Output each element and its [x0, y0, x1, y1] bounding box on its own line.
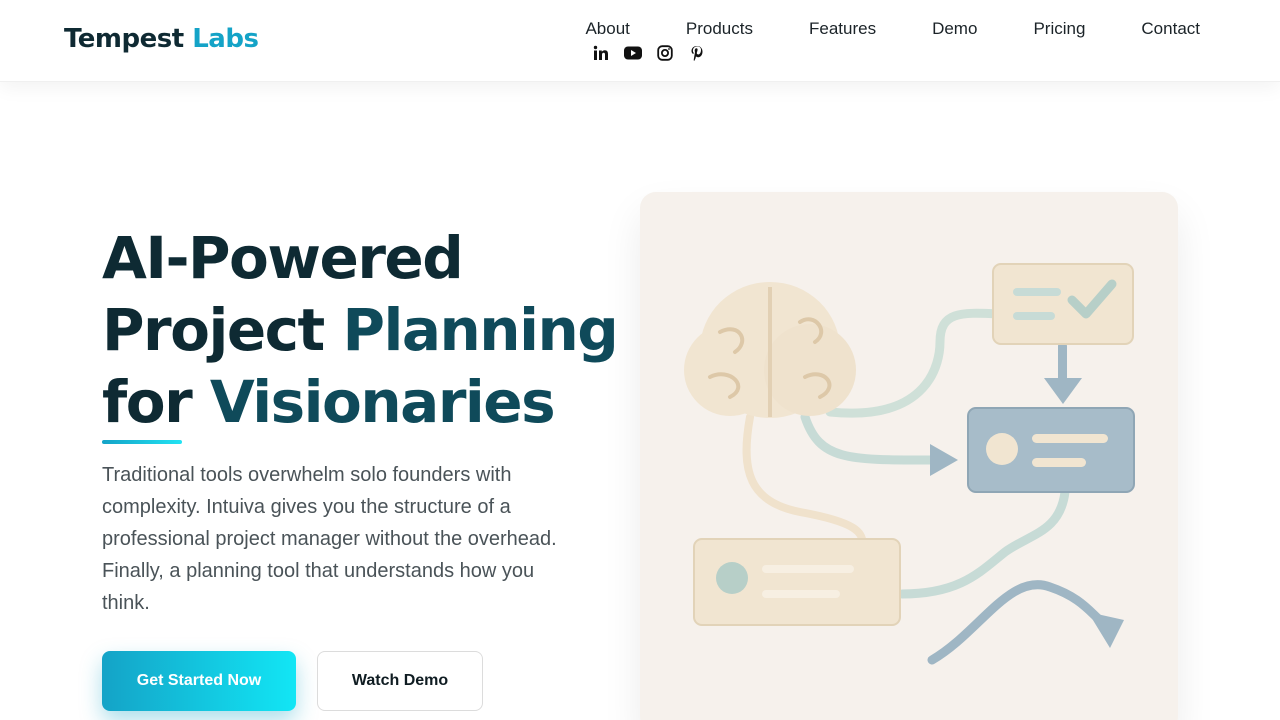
nav-link-demo[interactable]: Demo [932, 19, 977, 39]
title-accent-underline [102, 440, 182, 444]
linkedin-icon[interactable] [592, 44, 610, 62]
nav-link-products[interactable]: Products [686, 19, 753, 39]
social-links [592, 44, 706, 62]
pinterest-icon[interactable] [688, 44, 706, 62]
nav-link-contact[interactable]: Contact [1141, 19, 1200, 39]
main-nav: About Products Features Demo Pricing Con… [585, 19, 1200, 39]
hero-title-line-3-highlight: Visionaries [209, 368, 556, 436]
site-header: Tempest Labs About Products Features Dem… [0, 0, 1280, 82]
nav-link-features[interactable]: Features [809, 19, 876, 39]
profile-card-icon [967, 407, 1135, 493]
hero-illustration-card [640, 192, 1178, 720]
task-card-icon [693, 538, 901, 626]
hero-title-line-2-start: Project [102, 296, 343, 364]
workflow-illustration [684, 263, 1135, 665]
youtube-icon[interactable] [624, 44, 642, 62]
instagram-icon[interactable] [656, 44, 674, 62]
nav-link-pricing[interactable]: Pricing [1033, 19, 1085, 39]
hero-title-line-3: for Visionaries [102, 366, 622, 438]
hero-description: Traditional tools overwhelm solo founder… [102, 464, 557, 614]
brand-logo[interactable]: Tempest Labs [64, 24, 259, 54]
hero-title-line-2: Project Planning [102, 294, 622, 366]
hero-title-line-2-highlight: Planning [342, 296, 618, 364]
brain-icon [684, 282, 856, 418]
brand-name-primary: Tempest [64, 24, 184, 54]
hero-title: AI-Powered Project Planning for Visionar… [102, 222, 622, 438]
hero-title-line-3-start: for [102, 368, 210, 436]
get-started-button[interactable]: Get Started Now [102, 651, 296, 711]
watch-demo-button[interactable]: Watch Demo [317, 651, 483, 711]
checklist-card-icon [992, 263, 1134, 345]
hero-title-line-1: AI-Powered [102, 224, 464, 292]
brand-name-accent: Labs [192, 24, 259, 54]
nav-link-about[interactable]: About [585, 19, 629, 39]
